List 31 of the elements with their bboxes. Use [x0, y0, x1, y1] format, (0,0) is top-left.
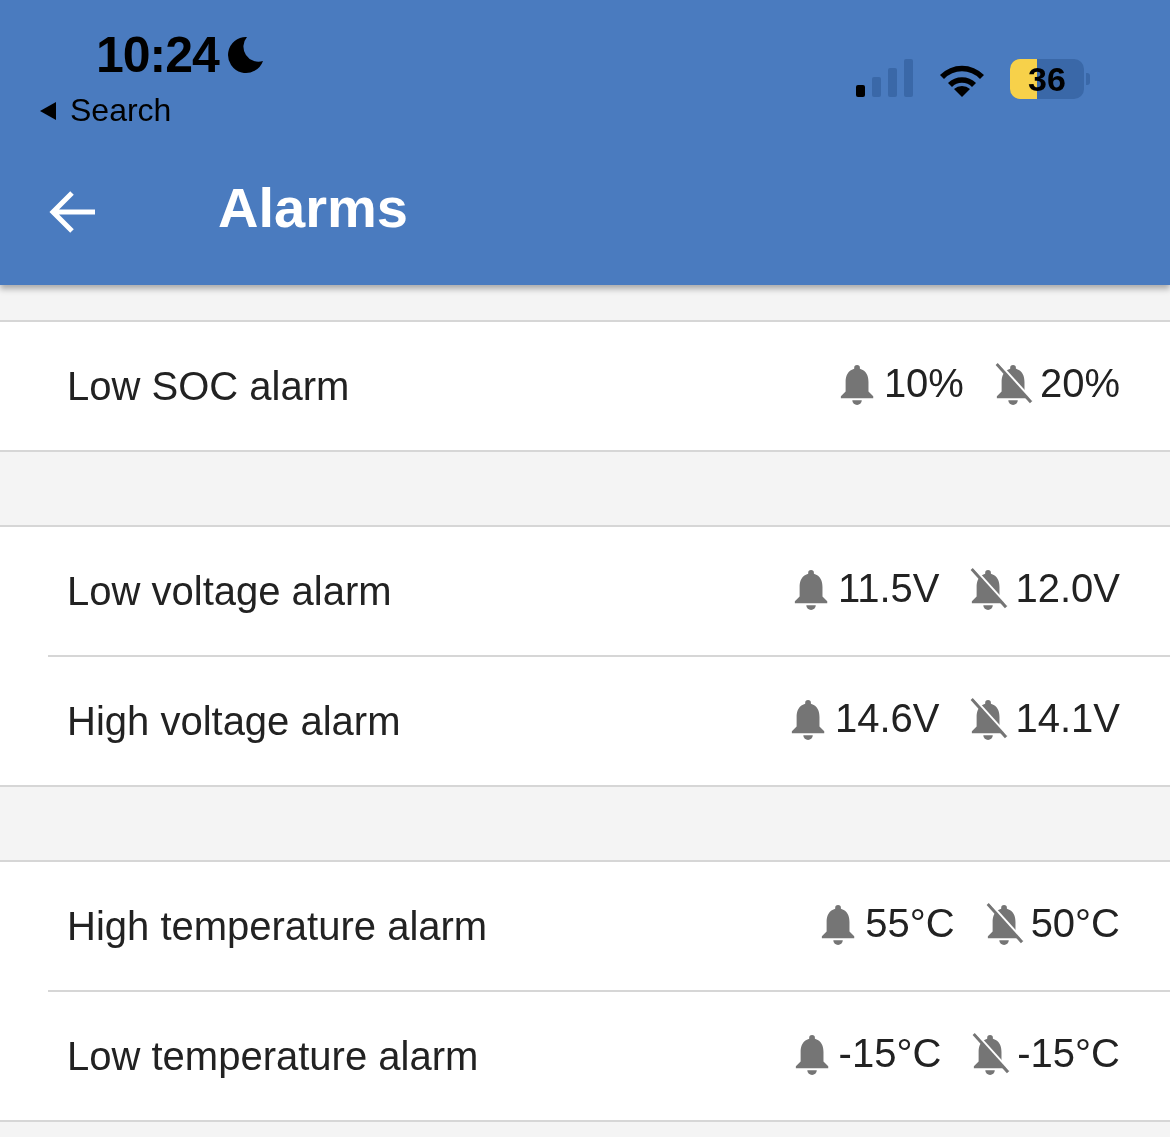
setting-label: High temperature alarm — [67, 903, 488, 949]
setting-label: High voltage alarm — [67, 698, 401, 744]
alarm-value: -15°C — [838, 1030, 942, 1076]
back-triangle-icon — [38, 100, 58, 121]
alarm-value: 14.6V — [834, 695, 940, 741]
clear-value: 50°C — [1030, 900, 1120, 946]
setting-label: Low SOC alarm — [67, 363, 350, 409]
alarm-value: 55°C — [865, 900, 955, 946]
alarm-value: 10% — [883, 360, 964, 406]
clear-value: -15°C — [1017, 1030, 1120, 1076]
alarm-setting-row[interactable]: High temperature alarm 55°C 50°C — [0, 862, 1170, 990]
bell-off-icon — [993, 361, 1034, 405]
page-title: Alarms — [218, 175, 408, 240]
alarm-setting-row[interactable]: Low SOC alarm 10% 20% — [0, 322, 1170, 450]
bell-off-icon — [969, 696, 1010, 740]
bell-off-icon — [969, 566, 1010, 610]
alarm-setting-row[interactable]: Low temperature alarm -15°C -15°C — [48, 990, 1170, 1120]
setting-label: Low temperature alarm — [67, 1033, 479, 1079]
clear-value: 12.0V — [1015, 565, 1120, 611]
clear-value: 14.1V — [1015, 695, 1120, 741]
clear-value: 20% — [1039, 360, 1120, 406]
signal-icon — [856, 59, 914, 99]
back-arrow-button[interactable] — [48, 189, 98, 234]
bell-off-icon — [984, 901, 1025, 945]
alarm-setting-row[interactable]: High voltage alarm 14.6V 14.1V — [48, 655, 1170, 785]
back-to-search-link[interactable]: Search — [38, 92, 172, 129]
setting-label: Low voltage alarm — [67, 568, 392, 614]
alarm-setting-row[interactable]: Low voltage alarm 11.5V 12.0V — [0, 527, 1170, 655]
bell-off-icon — [971, 1031, 1012, 1075]
clock-time: 10:24 — [96, 26, 219, 84]
alarm-value: 11.5V — [837, 565, 940, 611]
